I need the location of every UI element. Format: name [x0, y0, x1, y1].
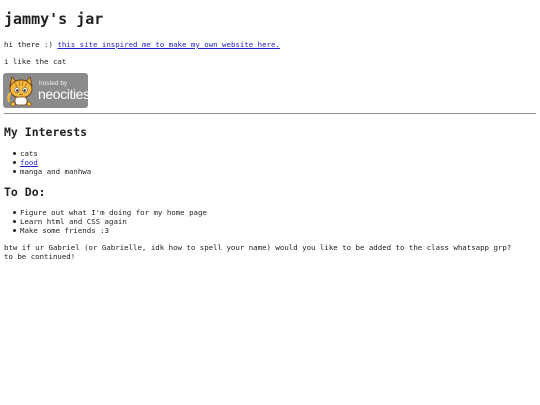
- interests-list: cats food manga and manhwa: [12, 149, 92, 176]
- cat-line: i like the cat: [4, 57, 67, 66]
- neocities-badge[interactable]: hosted by neocities: [3, 73, 88, 108]
- list-item: manga and manhwa: [12, 167, 92, 176]
- list-item: Figure out what I'm doing for my home pa…: [13, 208, 207, 217]
- inspired-link[interactable]: this site inspired me to make my own web…: [57, 40, 279, 49]
- list-item: Learn html and CSS again: [13, 217, 207, 226]
- page-title: jammy's jar: [4, 10, 104, 28]
- list-item: cats: [12, 149, 91, 158]
- todo-list: Figure out what I'm doing for my home pa…: [13, 208, 207, 235]
- list-item: Make some friends :3: [13, 226, 207, 235]
- badge-brand-text: neocities: [38, 86, 88, 102]
- intro-line: hi there :) this site inspired me to mak…: [4, 40, 280, 49]
- list-item[interactable]: food: [12, 158, 91, 167]
- footer-continued: to be continued!: [4, 252, 76, 261]
- section-divider: [4, 113, 536, 114]
- interest-manga: manga and manhwa: [20, 167, 92, 176]
- neocities-cat-icon: [7, 76, 33, 107]
- todo-heading: To Do:: [4, 185, 46, 199]
- interests-heading: My Interests: [4, 125, 88, 139]
- page: jammy's jar hi there :) this site inspir…: [0, 0, 540, 405]
- interest-cats: cats: [20, 149, 38, 158]
- greeting-text: hi there :): [4, 40, 53, 49]
- footer-question: btw if ur Gabriel (or Gabrielle, idk how…: [4, 243, 512, 252]
- interest-food-link[interactable]: food: [20, 158, 38, 167]
